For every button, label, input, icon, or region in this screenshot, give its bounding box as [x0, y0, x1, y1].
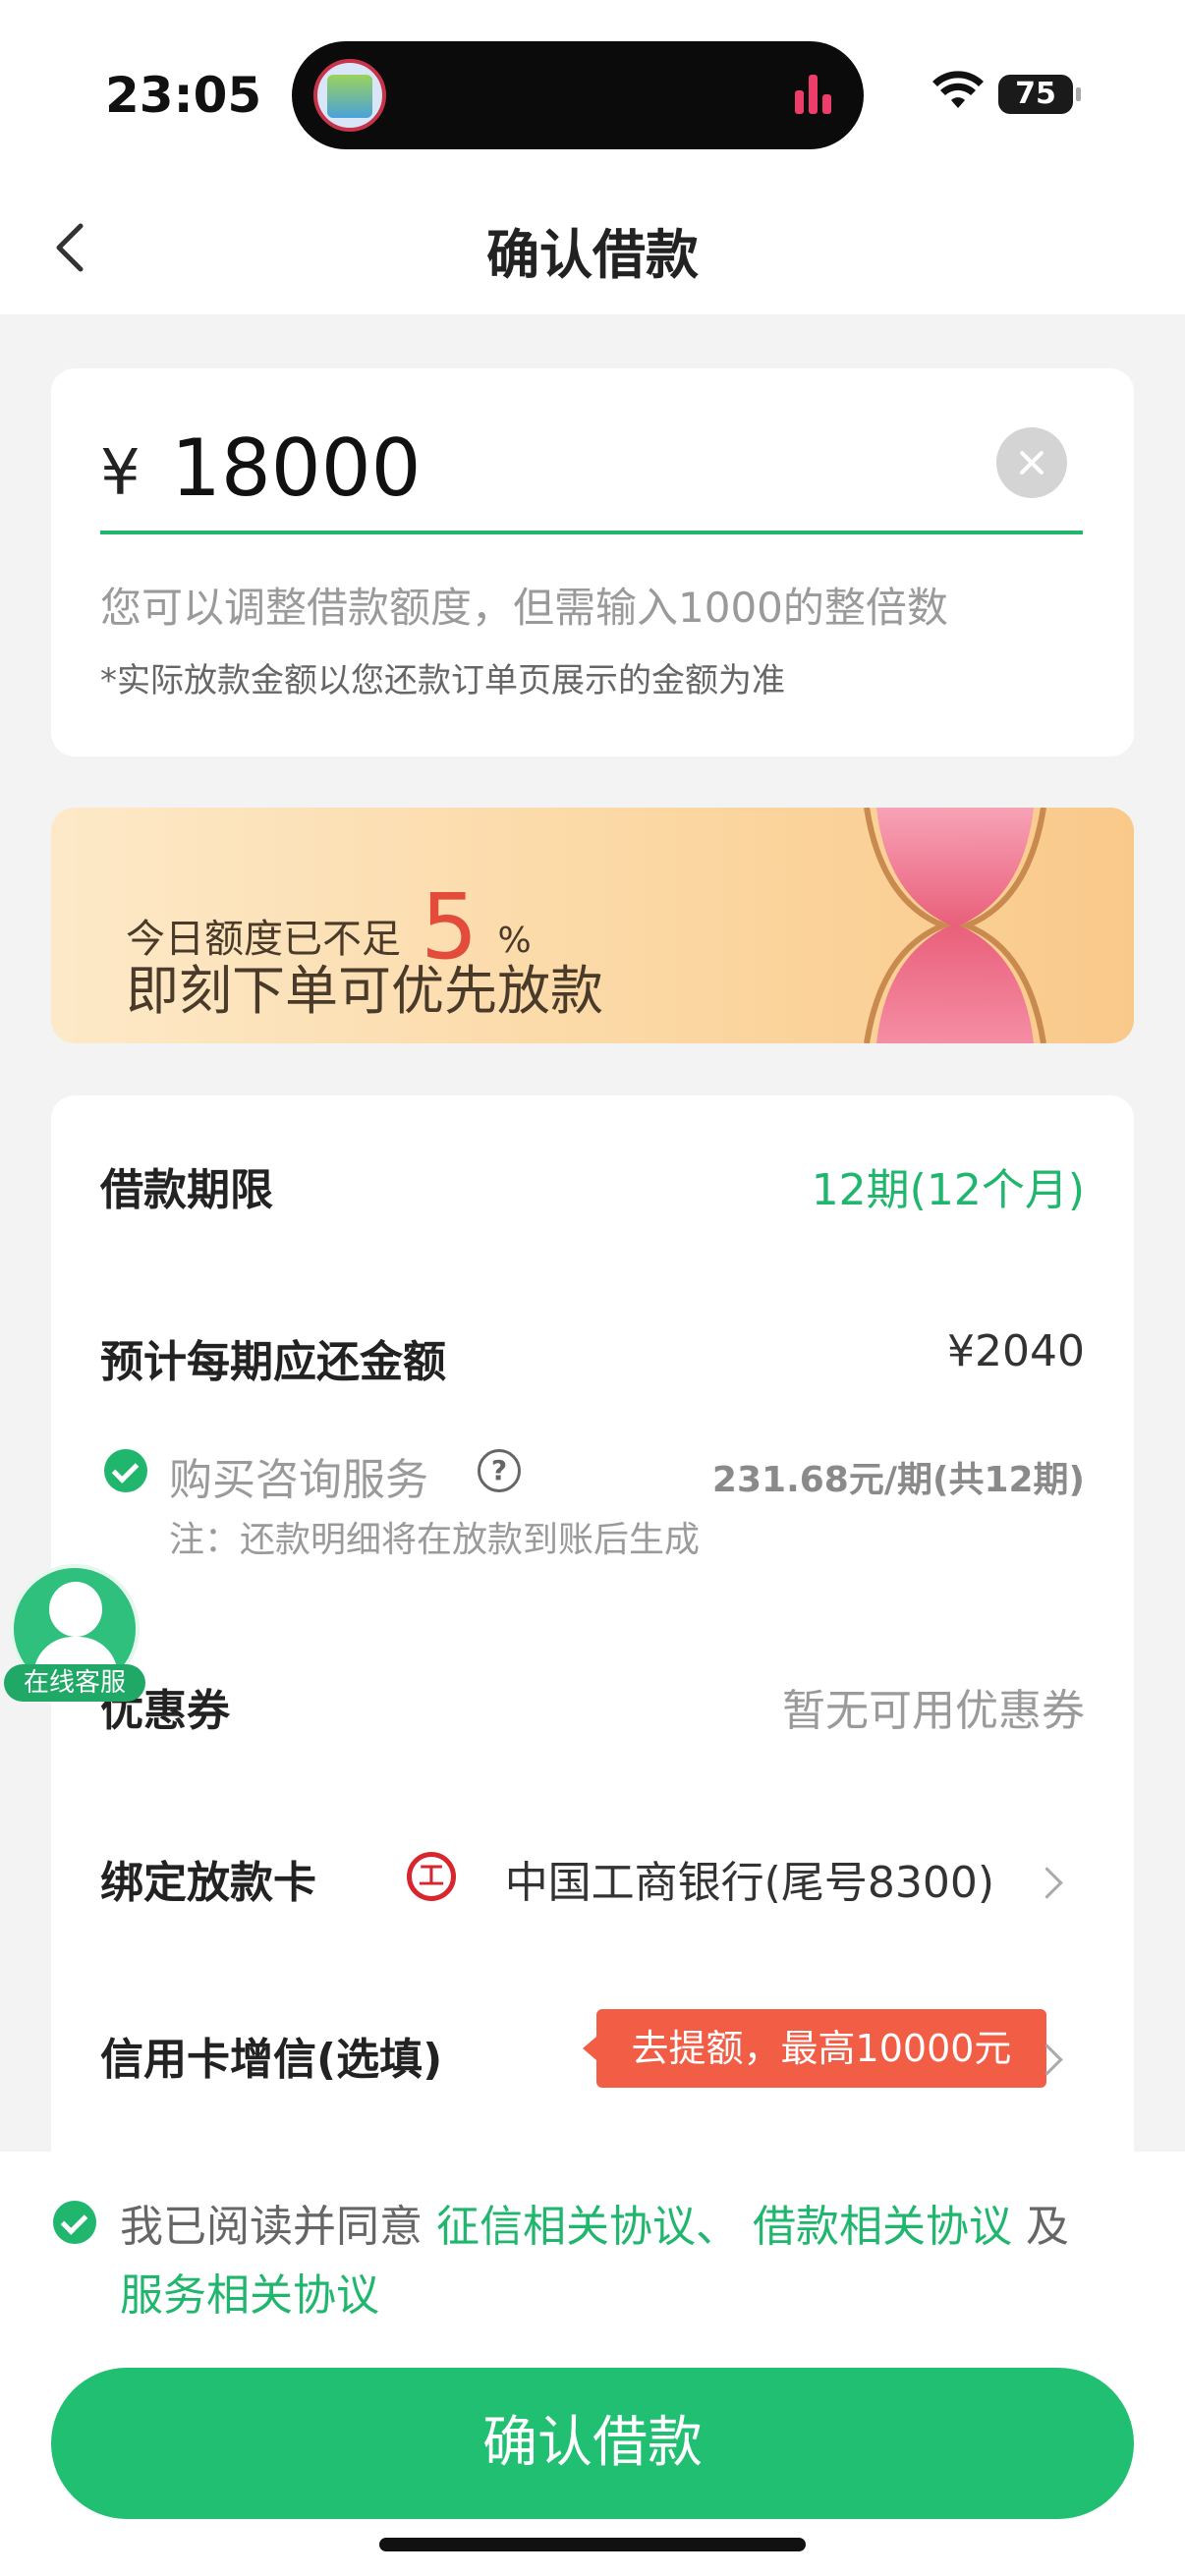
credit-label: 信用卡增信(选填) [100, 2035, 443, 2085]
agreement-prefix: 我已阅读并同意 [120, 2202, 423, 2252]
loan-agreement-link[interactable]: 借款相关协议 [753, 2202, 1012, 2252]
promo-banner[interactable]: 今日额度已不足 5% 即刻下单可优先放款 [51, 808, 1134, 1043]
currency-symbol: ¥ [100, 437, 141, 510]
amount-note: *实际放款金额以您还款订单页展示的金额为准 [100, 661, 785, 700]
audio-visualizer-icon [795, 75, 836, 114]
clear-icon[interactable] [996, 427, 1067, 498]
amount-card: ¥ 18000 您可以调整借款额度，但需输入1000的整倍数 *实际放款金额以您… [51, 368, 1134, 756]
service-value: 231.68元/期(共12期) [711, 1460, 1085, 1500]
credit-promo-tag[interactable]: 去提额，最高10000元 [583, 2009, 1046, 2088]
loan-details-card: 借款期限 12期(12个月) 预计每期应还金额 ¥2040 购买咨询服务 ? 2… [51, 1095, 1134, 2274]
wifi-icon [932, 71, 984, 108]
agreement-and: 及 [1026, 2202, 1069, 2252]
music-app-icon [313, 59, 386, 132]
card-label: 绑定放款卡 [100, 1858, 316, 1908]
coupon-value[interactable]: 暂无可用优惠券 [782, 1675, 1085, 1738]
amount-hint: 您可以调整借款额度，但需输入1000的整倍数 [100, 584, 948, 632]
banner-line2: 即刻下单可优先放款 [126, 960, 603, 1022]
card-value[interactable]: 中国工商银行(尾号8300) [505, 1847, 994, 1910]
hourglass-icon [864, 808, 1046, 1043]
card-chevron-icon[interactable] [1031, 1867, 1063, 1899]
amount-input[interactable]: 18000 [171, 422, 422, 514]
term-value[interactable]: 12期(12个月) [812, 1154, 1085, 1217]
customer-service-label: 在线客服 [4, 1664, 145, 1702]
help-icon[interactable]: ? [478, 1449, 521, 1492]
confirm-loan-button[interactable]: 确认借款 [51, 2368, 1134, 2519]
customer-service-button[interactable]: 在线客服 [4, 1564, 145, 1702]
amount-underline [100, 531, 1083, 534]
monthly-value: ¥2040 [947, 1326, 1085, 1376]
service-check-icon[interactable] [104, 1449, 147, 1492]
agreement-text: 我已阅读并同意 征信相关协议、 借款相关协议 及 服务相关协议 [120, 2193, 1132, 2330]
monthly-label: 预计每期应还金额 [100, 1337, 446, 1387]
icbc-bank-icon [407, 1852, 456, 1901]
battery-icon: 75 [998, 75, 1081, 114]
status-bar: 23:05 75 [0, 0, 1185, 187]
agree-check-icon[interactable] [53, 2201, 96, 2244]
service-agreement-link[interactable]: 服务相关协议 [120, 2270, 379, 2321]
service-note: 注：还款明细将在放款到账后生成 [169, 1520, 701, 1560]
term-label: 借款期限 [100, 1165, 273, 1215]
service-label: 购买咨询服务 [169, 1455, 428, 1505]
home-indicator [379, 2538, 806, 2551]
page-title: 确认借款 [486, 224, 699, 286]
dynamic-island [292, 41, 864, 149]
status-time: 23:05 [105, 67, 262, 124]
credit-agreement-link[interactable]: 征信相关协议、 [436, 2202, 739, 2252]
